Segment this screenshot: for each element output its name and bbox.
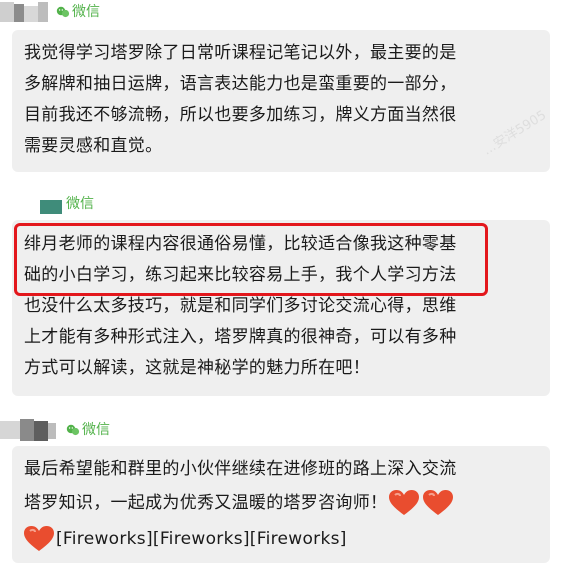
wechat-source-badge: 微信 — [56, 3, 100, 21]
avatar[interactable] — [0, 194, 66, 214]
heart-emoji-icon — [24, 526, 54, 551]
message-line: 最后希望能和群里的小伙伴继续在进修班的路上深入交流 — [24, 459, 457, 479]
fireworks-text: [Fireworks][Fireworks][Fireworks] — [56, 529, 347, 549]
avatar[interactable] — [0, 2, 56, 22]
heart-emoji-icon — [389, 490, 420, 515]
source-label: 微信 — [72, 4, 100, 20]
sender-row: 微信 — [0, 0, 100, 24]
message-text: 塔罗知识，一起成为优秀又温暖的塔罗咨询师！ — [24, 493, 388, 513]
message-line: [Fireworks][Fireworks][Fireworks] — [24, 521, 538, 557]
message-bubble: 绯月老师的课程内容很通俗易懂，比较适合像我这种零基 础的小白学习，练习起来比较容… — [12, 220, 550, 396]
message-line: 塔罗知识，一起成为优秀又温暖的塔罗咨询师！ — [24, 485, 538, 521]
message-line: 方式可以解读，这就是神秘学的魅力所在吧！ — [24, 358, 370, 378]
sender-row: 微信 — [0, 192, 94, 216]
message-line: 绯月老师的课程内容很通俗易懂，比较适合像我这种零基 — [24, 234, 457, 254]
wechat-source-badge: 微信 — [66, 421, 110, 439]
avatar[interactable] — [0, 419, 66, 441]
message-line: 目前我还不够流畅，所以也要多加练习，牌义方面当然很 — [24, 105, 457, 125]
message-line: 础的小白学习，练习起来比较容易上手，我个人学习方法 — [24, 265, 457, 285]
wechat-source-badge: 微信 — [66, 195, 94, 213]
message-line: 上才能有多种形式注入，塔罗牌真的很神奇，可以有多种 — [24, 327, 457, 347]
heart-emoji-icon — [423, 490, 454, 515]
message-line: 也没什么太多技巧，就是和同学们多讨论交流心得，思维 — [24, 296, 457, 316]
source-label: 微信 — [82, 422, 110, 438]
source-label: 微信 — [66, 196, 94, 212]
sender-row: 微信 — [0, 418, 110, 442]
message-bubble: 我觉得学习塔罗除了日常听课程记笔记以外，最主要的是 多解牌和抽日运牌，语言表达能… — [12, 30, 550, 172]
message-line: 我觉得学习塔罗除了日常听课程记笔记以外，最主要的是 — [24, 43, 457, 63]
message-line: 多解牌和抽日运牌，语言表达能力也是蛮重要的一部分， — [24, 74, 457, 94]
message-bubble: 最后希望能和群里的小伙伴继续在进修班的路上深入交流 塔罗知识，一起成为优秀又温暖… — [12, 446, 550, 563]
message-line: 需要灵感和直觉。 — [24, 136, 163, 156]
wechat-icon — [56, 6, 70, 18]
wechat-icon — [66, 424, 80, 436]
